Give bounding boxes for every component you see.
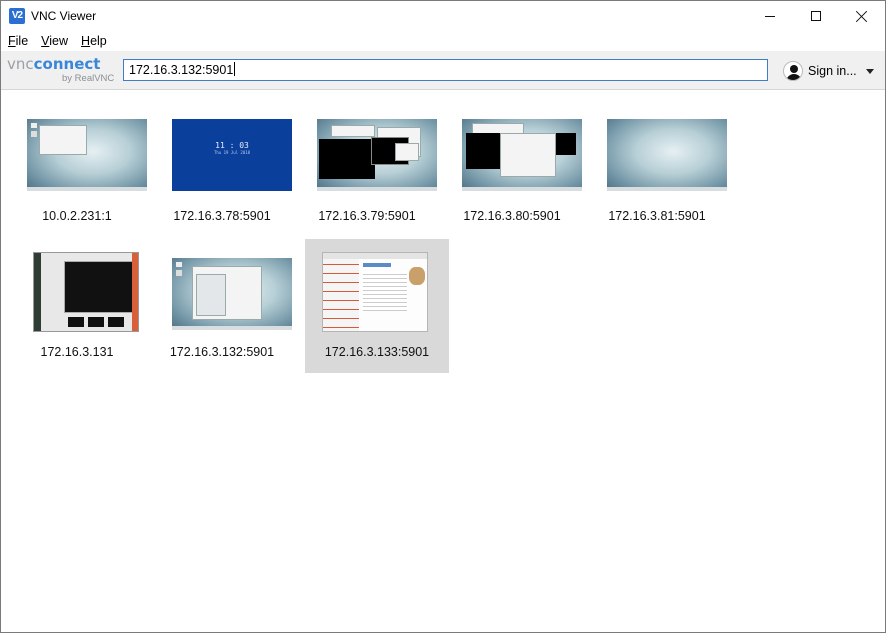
connection-thumbnail: [462, 119, 582, 191]
lock-screen-clock: 11 : 03 Thu 19 Jul 2018: [172, 141, 292, 155]
user-icon: [783, 61, 803, 81]
minimize-icon: [765, 15, 775, 17]
connection-label: 172.16.3.79:5901: [318, 209, 416, 223]
menu-bar: File View Help: [1, 31, 885, 51]
connection-label: 10.0.2.231:1: [42, 209, 112, 223]
minimize-button[interactable]: [747, 1, 793, 31]
text-caret: [234, 62, 236, 76]
menu-view[interactable]: View: [34, 31, 74, 51]
connection-label: 172.16.3.78:5901: [173, 209, 271, 223]
menu-help[interactable]: Help: [74, 31, 113, 51]
logo-connect-text: connect: [33, 55, 101, 73]
connection-tile[interactable]: 172.16.3.81:5901: [585, 99, 729, 233]
close-icon: [856, 10, 868, 22]
connection-label: 172.16.3.132:5901: [169, 345, 275, 359]
vnc-connect-logo: vncconnect by RealVNC: [7, 55, 115, 85]
connection-tile[interactable]: 172.16.3.79:5901: [295, 99, 439, 233]
logo-byline: by RealVNC: [62, 73, 115, 84]
connections-grid: 10.0.2.231:1 11 : 03 Thu 19 Jul 2018 172.…: [1, 91, 885, 632]
connection-tile[interactable]: 11 : 03 Thu 19 Jul 2018 172.16.3.78:5901: [150, 99, 294, 233]
connection-label: 172.16.3.131: [40, 345, 114, 359]
toolbar: vncconnect by RealVNC 172.16.3.132:5901 …: [1, 51, 885, 90]
menu-help-label: elp: [90, 34, 107, 48]
logo-vnc-text: vnc: [7, 55, 34, 73]
connection-tile[interactable]: 172.16.3.80:5901: [440, 99, 584, 233]
connection-tile-selected[interactable]: 172.16.3.133:5901: [305, 239, 449, 373]
address-value: 172.16.3.132:5901: [129, 63, 234, 77]
menu-view-label: iew: [49, 34, 69, 48]
close-button[interactable]: [839, 1, 885, 31]
lock-screen-date: Thu 19 Jul 2018: [213, 150, 251, 155]
chevron-down-icon: [865, 68, 874, 74]
connection-thumbnail: [33, 252, 139, 332]
connection-tile[interactable]: 172.16.3.131: [5, 239, 149, 373]
menu-file-label: ile: [15, 34, 29, 48]
connection-thumbnail: [322, 252, 428, 332]
lock-screen-time: 11 : 03: [215, 141, 249, 150]
sign-in-label: Sign in...: [808, 64, 857, 78]
address-input[interactable]: 172.16.3.132:5901: [123, 59, 768, 81]
menu-file-accesskey: F: [8, 34, 16, 48]
connection-thumbnail: [317, 119, 437, 191]
title-bar: V2 VNC Viewer: [1, 1, 885, 31]
connection-thumbnail: [27, 119, 147, 191]
menu-help-accesskey: H: [81, 34, 91, 48]
vnc-app-icon: V2: [9, 8, 25, 24]
connection-tile[interactable]: 172.16.3.132:5901: [150, 239, 294, 373]
connection-thumbnail: [607, 119, 727, 191]
maximize-icon: [811, 11, 821, 21]
connection-label: 172.16.3.81:5901: [608, 209, 706, 223]
maximize-button[interactable]: [793, 1, 839, 31]
menu-file[interactable]: File: [1, 31, 34, 51]
connection-label: 172.16.3.133:5901: [324, 345, 430, 359]
connection-label: 172.16.3.80:5901: [463, 209, 561, 223]
vnc-viewer-window: V2 VNC Viewer File View Help vncconnect …: [0, 0, 886, 633]
logo-wordmark: vncconnect: [7, 55, 100, 73]
window-title: VNC Viewer: [31, 9, 97, 23]
connection-tile[interactable]: 10.0.2.231:1: [5, 99, 149, 233]
sign-in-button[interactable]: Sign in...: [783, 60, 874, 82]
connection-thumbnail: [172, 258, 292, 330]
connection-thumbnail: 11 : 03 Thu 19 Jul 2018: [172, 119, 292, 191]
